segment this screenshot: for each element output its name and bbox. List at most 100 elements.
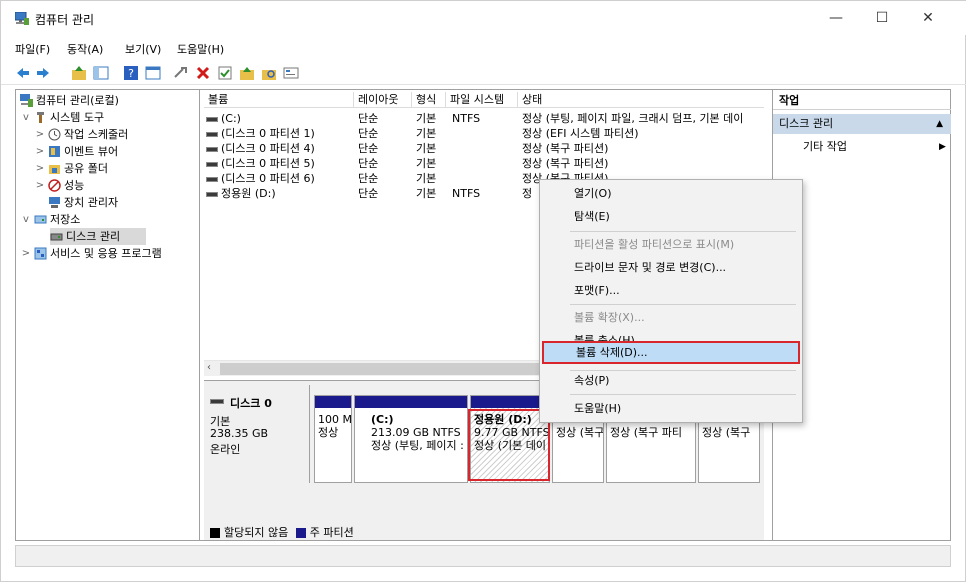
volume-row[interactable]: (디스크 0 파티션 5) 단순 기본 정상 (복구 파티션) [204,156,764,171]
delete-icon[interactable] [195,65,211,81]
volume-file-system: NTFS [452,187,481,200]
actions-section-label: 디스크 관리 [779,117,834,130]
column-header-file-system[interactable]: 파일 시스템 [446,92,518,108]
menu-help[interactable]: 도움말(H) [177,41,224,57]
legend-primary-label: 주 파티션 [309,526,354,539]
volume-layout: 단순 [358,142,379,155]
legend-unallocated-label: 할당되지 않음 [224,526,289,539]
forward-arrow-icon[interactable] [35,65,51,81]
clock-icon [48,128,61,141]
maximize-button[interactable]: ☐ [859,1,905,35]
volume-icon [206,176,218,182]
menu-item-extend-volume[interactable]: 볼륨 확장(X)... [542,306,800,329]
tree-label: 장치 관리자 [64,196,119,209]
volume-status: 정상 (부팅, 페이지 파일, 크래시 덤프, 기본 데이 [522,112,744,125]
tree-item-event-viewer[interactable]: > 이벤트 뷰어 [16,143,199,160]
actions-section-disk-management[interactable]: 디스크 관리 ▲ [773,114,951,134]
expand-chevron-icon[interactable]: > [34,126,46,143]
close-button[interactable]: ✕ [905,1,951,35]
disk-0-label[interactable]: 디스크 0 기본 238.35 GB 온라인 [206,385,310,483]
menu-item-help[interactable]: 도움말(H) [542,397,800,420]
checklist-icon[interactable] [217,65,233,81]
tree-item-system-tools[interactable]: v 시스템 도구 [16,109,199,126]
expand-chevron-icon[interactable]: > [34,177,46,194]
volume-icon [206,131,218,137]
tree-item-storage[interactable]: v 저장소 [16,211,199,228]
help-icon[interactable]: ? [123,65,139,81]
disk-status: 온라인 [210,443,241,456]
tree-item-services-applications[interactable]: > 서비스 및 응용 프로그램 [16,245,199,262]
submenu-arrow-icon[interactable]: ▶ [939,138,946,156]
search-folder-icon[interactable] [261,65,277,81]
up-folder-icon[interactable] [71,65,87,81]
menu-item-explore[interactable]: 탐색(E) [542,205,800,228]
expand-chevron-icon[interactable]: v [20,109,32,126]
menu-action[interactable]: 동작(A) [67,41,103,57]
volume-name: (디스크 0 파티션 6) [221,172,315,185]
menu-item-format[interactable]: 포맷(F)... [542,279,800,302]
menu-item-mark-active[interactable]: 파티션을 활성 파티션으로 표시(M) [542,233,800,256]
scroll-left-icon[interactable]: ‹ [207,362,211,373]
column-header-type[interactable]: 형식 [412,92,446,108]
partition-d-highlight [468,409,550,481]
volume-type: 기본 [416,172,437,185]
column-header-status[interactable]: 상태 [518,92,764,108]
volume-list-header: 볼륨 레이아웃 형식 파일 시스템 상태 [204,92,764,108]
view-icon[interactable] [145,65,161,81]
partition-status: 정상 [318,426,339,439]
action-more-actions[interactable]: 기타 작업 [803,138,847,156]
minimize-button[interactable]: — [813,1,859,35]
folder-up-icon[interactable] [239,65,255,81]
back-arrow-icon[interactable] [15,65,31,81]
partition-label: (C:) [371,413,394,426]
volume-row[interactable]: (디스크 0 파티션 1) 단순 기본 정상 (EFI 시스템 파티션) [204,126,764,141]
menu-separator [570,304,796,305]
volume-row[interactable]: (C:) 단순 기본 NTFS 정상 (부팅, 페이지 파일, 크래시 덤프, … [204,111,764,126]
partition-status: 정상 (복구 파티 [610,426,683,439]
volume-icon [206,146,218,152]
menu-bar: 파일(F) 동작(A) 보기(V) 도움말(H) [1,39,966,59]
volume-type: 기본 [416,187,437,200]
menu-separator [570,231,796,232]
expand-chevron-icon[interactable]: > [34,160,46,177]
partition-efi[interactable]: 100 M 정상 [314,395,352,483]
column-header-layout[interactable]: 레이아웃 [354,92,412,108]
menu-item-open[interactable]: 열기(O) [542,182,800,205]
properties-icon[interactable] [283,65,299,81]
actions-header: 작업 [773,92,951,110]
menu-item-properties[interactable]: 속성(P) [542,369,800,392]
tree-item-disk-management[interactable]: 디스크 관리 [50,228,146,245]
tree-item-device-manager[interactable]: 장치 관리자 [16,194,199,211]
expand-chevron-icon[interactable]: > [34,143,46,160]
volume-icon [206,116,218,122]
tree-item-computer-management[interactable]: 컴퓨터 관리(로컬) [16,92,199,109]
volume-layout: 단순 [358,112,379,125]
title-bar: 컴퓨터 관리 — ☐ ✕ [1,1,966,35]
action-more-actions-label: 기타 작업 [803,140,847,153]
tree-item-shared-folders[interactable]: > 공유 폴더 [16,160,199,177]
column-header-volume[interactable]: 볼륨 [204,92,354,108]
scrollbar-thumb[interactable] [220,363,550,375]
volume-type: 기본 [416,112,437,125]
computer-management-icon [20,94,33,107]
volume-row[interactable]: (디스크 0 파티션 4) 단순 기본 정상 (복구 파티션) [204,141,764,156]
menu-file[interactable]: 파일(F) [15,41,50,57]
collapse-arrow-icon[interactable]: ▲ [936,114,943,134]
connect-icon[interactable] [173,65,189,81]
device-manager-icon [49,197,60,208]
menu-view[interactable]: 보기(V) [125,41,161,57]
tree-item-task-scheduler[interactable]: > 작업 스케줄러 [16,126,199,143]
tree-item-performance[interactable]: > 성능 [16,177,199,194]
partition-c[interactable]: (C:) 213.09 GB NTFS 정상 (부팅, 페이지 : [354,395,468,483]
volume-status: 정상 (복구 파티션) [522,157,609,170]
status-bar [15,545,951,567]
console-tree-icon[interactable] [93,65,109,81]
legend-primary-swatch [295,528,306,538]
menu-item-change-drive-letter[interactable]: 드라이브 문자 및 경로 변경(C)... [542,256,800,279]
volume-type: 기본 [416,142,437,155]
tree-label: 공유 폴더 [64,162,108,175]
storage-icon [34,215,47,224]
expand-chevron-icon[interactable]: > [20,245,32,262]
expand-chevron-icon[interactable]: v [20,211,32,228]
menu-item-delete-volume[interactable]: 볼륨 삭제(D)... [542,341,800,364]
